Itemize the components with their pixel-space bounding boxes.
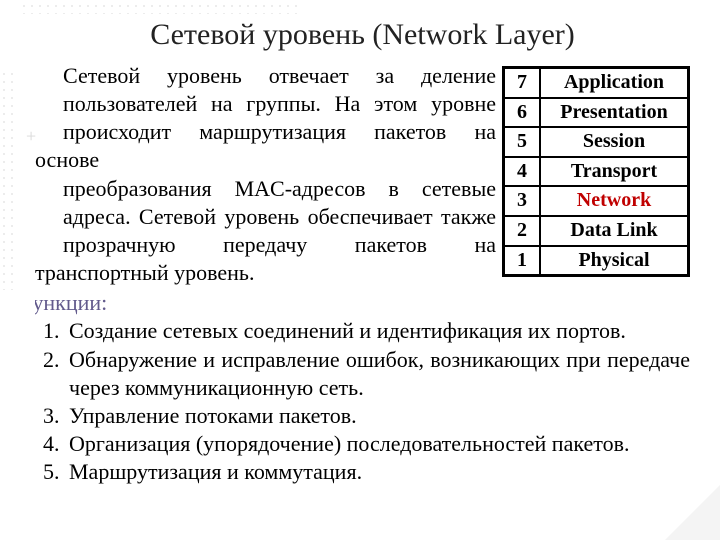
osi-row: 7Application: [504, 68, 689, 98]
list-item: Маршрутизация и коммутация.: [65, 458, 690, 486]
page-title: Сетевой уровень (Network Layer): [35, 18, 690, 52]
functions-list: Создание сетевых соединений и идентифика…: [35, 317, 690, 486]
osi-layer-name: Presentation: [540, 98, 689, 128]
osi-row: 5Session: [504, 127, 689, 157]
osi-layers-table: 7Application6Presentation5Session4Transp…: [502, 66, 690, 277]
osi-row: 6Presentation: [504, 98, 689, 128]
page-corner-fold: [665, 485, 720, 540]
osi-layer-number: 5: [504, 127, 541, 157]
osi-row: 2Data Link: [504, 216, 689, 246]
list-item: Обнаружение и исправление ошибок, возник…: [65, 346, 690, 402]
osi-row: 1Physical: [504, 246, 689, 276]
content-area: 7Application6Presentation5Session4Transp…: [35, 62, 690, 486]
slide-page: Сетевой уровень (Network Layer) 7Applica…: [0, 0, 720, 540]
osi-layer-name: Session: [540, 127, 689, 157]
osi-layer-name: Physical: [540, 246, 689, 276]
osi-row: 4Transport: [504, 157, 689, 187]
list-item: Организация (упорядочение) последователь…: [65, 430, 690, 458]
osi-layer-name: Application: [540, 68, 689, 98]
osi-layer-number: 4: [504, 157, 541, 187]
crosshair-icon: +: [26, 126, 36, 147]
osi-layer-number: 2: [504, 216, 541, 246]
osi-layer-name: Network: [540, 186, 689, 216]
osi-layer-number: 1: [504, 246, 541, 276]
osi-layer-number: 6: [504, 98, 541, 128]
osi-layer-name: Transport: [540, 157, 689, 187]
osi-row: 3Network: [504, 186, 689, 216]
osi-layer-name: Data Link: [540, 216, 689, 246]
osi-layer-number: 7: [504, 68, 541, 98]
osi-layer-number: 3: [504, 186, 541, 216]
list-item: Управление потоками пакетов.: [65, 402, 690, 430]
functions-heading: Функции:: [35, 289, 690, 317]
list-item: Создание сетевых соединений и идентифика…: [65, 317, 690, 345]
